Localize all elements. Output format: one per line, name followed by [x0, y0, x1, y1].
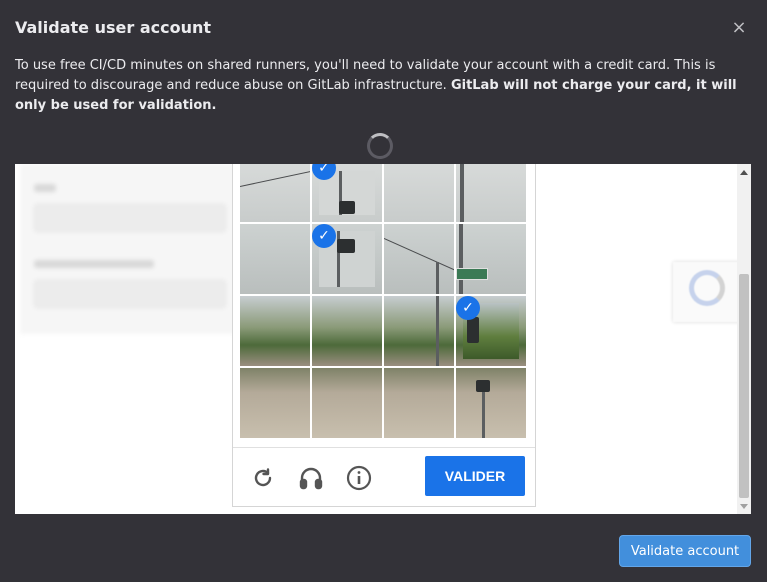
- grid-tile-4[interactable]: [456, 164, 526, 222]
- tile-selected-check-icon: ✓: [456, 296, 480, 320]
- recaptcha-challenge: ✓ ✓ ✓ VALIDER: [232, 164, 536, 507]
- grid-tile-9[interactable]: [240, 296, 310, 366]
- verify-button[interactable]: VALIDER: [425, 456, 525, 496]
- tile-selected-check-icon: ✓: [312, 224, 336, 248]
- grid-tile-3[interactable]: [384, 164, 454, 222]
- scroll-down-arrow-icon[interactable]: [740, 504, 748, 509]
- validate-account-button[interactable]: Validate account: [619, 535, 751, 567]
- reload-icon[interactable]: [250, 465, 276, 491]
- grid-tile-1[interactable]: [240, 164, 310, 222]
- headphones-icon[interactable]: [298, 465, 324, 491]
- grid-tile-5[interactable]: [240, 224, 310, 294]
- grid-tile-6[interactable]: ✓: [312, 224, 382, 294]
- info-icon[interactable]: [346, 465, 372, 491]
- image-grid: ✓ ✓ ✓: [240, 164, 528, 438]
- payment-form-blurred: [20, 164, 235, 334]
- scroll-up-arrow-icon[interactable]: [740, 170, 748, 175]
- modal-title: Validate user account: [15, 18, 212, 37]
- grid-tile-2[interactable]: ✓: [312, 164, 382, 222]
- challenge-footer: VALIDER: [233, 447, 535, 507]
- payment-iframe: ✓ ✓ ✓ VALIDER: [15, 164, 751, 514]
- grid-tile-12[interactable]: ✓: [456, 296, 526, 366]
- grid-tile-10[interactable]: [312, 296, 382, 366]
- grid-tile-14[interactable]: [312, 368, 382, 438]
- grid-tile-7[interactable]: [384, 224, 454, 294]
- close-icon[interactable]: ×: [728, 16, 750, 38]
- loading-spinner-icon: [367, 133, 393, 159]
- grid-tile-13[interactable]: [240, 368, 310, 438]
- grid-tile-15[interactable]: [384, 368, 454, 438]
- modal-description: To use free CI/CD minutes on shared runn…: [15, 56, 750, 116]
- grid-tile-16[interactable]: [456, 368, 526, 438]
- recaptcha-logo-icon: [689, 270, 725, 306]
- scrollbar-thumb[interactable]: [739, 274, 749, 498]
- grid-tile-8[interactable]: [456, 224, 526, 294]
- grid-tile-11[interactable]: [384, 296, 454, 366]
- iframe-scrollbar[interactable]: [737, 164, 751, 514]
